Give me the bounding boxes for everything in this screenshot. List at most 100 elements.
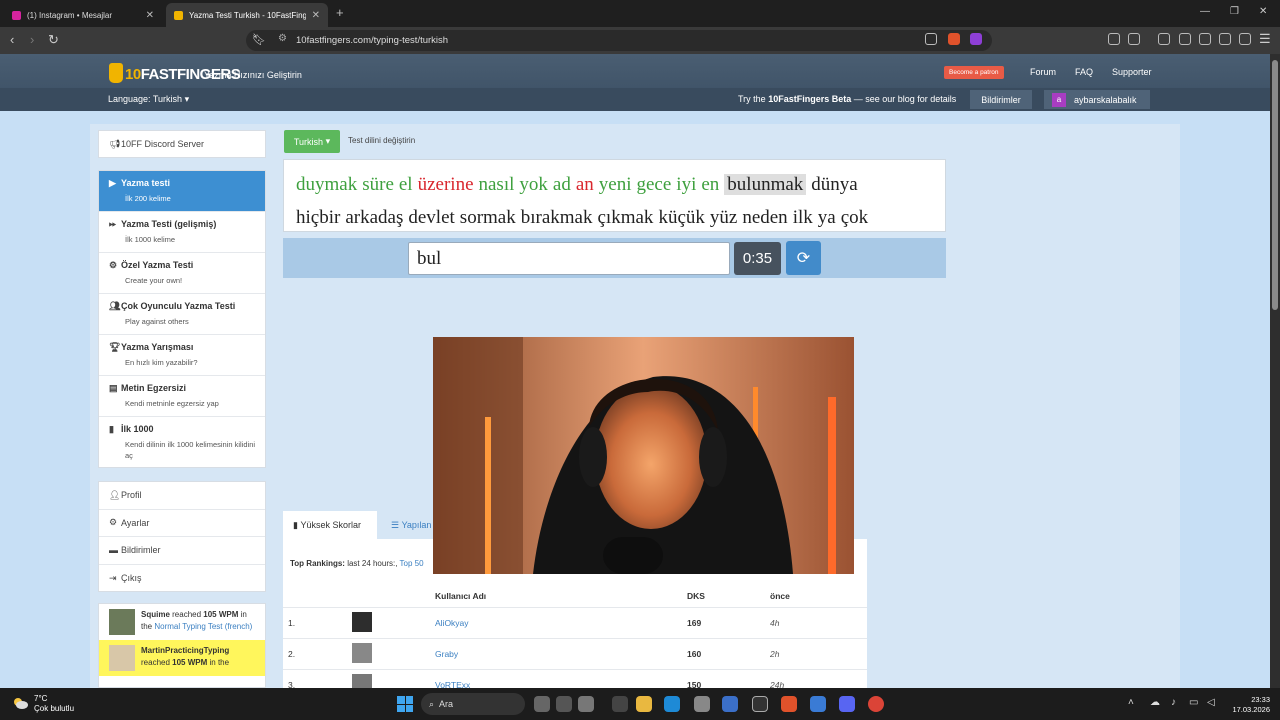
column-ago: önce (770, 591, 790, 601)
notifications-button[interactable]: Bildirimler (970, 90, 1032, 109)
language-dropdown[interactable]: Language: Turkish ▾ (108, 94, 189, 105)
word: çok (840, 207, 869, 228)
user-icon: 👤︎ (109, 489, 121, 500)
chevron-up-icon[interactable]: ˄ (1128, 697, 1134, 708)
sidebar-item-settings[interactable]: ⚙︎ Ayarlar (99, 510, 265, 537)
volume-icon[interactable]: ◁ (1207, 697, 1215, 708)
app-icon[interactable] (694, 696, 710, 712)
feed-user[interactable]: Squime (141, 610, 170, 619)
10ff-favicon-icon (174, 10, 183, 20)
nav-faq[interactable]: FAQ (1075, 67, 1093, 77)
restore-icon[interactable]: ❐ (1230, 6, 1239, 17)
close-tab-icon[interactable]: ✕ (312, 10, 320, 21)
app-icon[interactable] (556, 696, 572, 712)
typing-input[interactable] (408, 242, 730, 275)
nav-supporter[interactable]: Supporter (1112, 67, 1152, 77)
weather-widget[interactable]: 7°C Çok bulutlu (12, 694, 74, 714)
sidebar-item-top-1000[interactable]: ▮ İlk 1000 Kendi dilinin ilk 1000 kelimes… (99, 417, 265, 469)
scrollbar-thumb[interactable] (1272, 60, 1278, 310)
sidebar-item-text-practice[interactable]: ▤ Metin Egzersizi Kendi metninle egzersiz… (99, 376, 265, 417)
clock[interactable]: 23:33 17.03.2026 (1228, 695, 1270, 715)
edge-icon[interactable] (664, 696, 680, 712)
app-icon[interactable] (612, 696, 628, 712)
network-icon[interactable]: ▭ (1189, 697, 1198, 708)
sidebar-item-logout[interactable]: ⇥ Çıkış (99, 565, 265, 593)
music-icon[interactable] (1158, 33, 1170, 45)
sidebar-item-profile[interactable]: 👤︎ Profil (99, 482, 265, 510)
discord-icon[interactable] (839, 696, 855, 712)
forward-icon[interactable]: › (30, 32, 34, 47)
tab-instagram[interactable]: (1) Instagram • Mesajlar ✕ (4, 3, 162, 27)
tab-high-scores[interactable]: ▮ Yüksek Skorlar (283, 511, 377, 539)
logout-icon: ⇥ (109, 572, 117, 583)
top-50-link[interactable]: Top 50 (400, 559, 424, 568)
word: çıkmak (597, 207, 654, 228)
sidebar-item-advanced-test[interactable]: ⏩︎ Yazma Testi (gelişmiş) İlk 1000 kelime (99, 212, 265, 253)
logo-number: 10 (125, 66, 141, 83)
app-icon[interactable] (578, 696, 594, 712)
app-icon[interactable] (722, 696, 738, 712)
app-icon[interactable] (752, 696, 768, 712)
brave-shield-icon[interactable] (948, 33, 960, 45)
vpn-icon[interactable] (1239, 33, 1251, 45)
item-subtitle: İlk 1000 kelime (125, 235, 176, 244)
words-display: duymak süre el üzerine nasıl yok ad an yeni gece i… (283, 159, 946, 232)
feed-test-link[interactable]: Normal Typing Test (154, 622, 222, 631)
screenshot-icon[interactable] (1128, 33, 1140, 45)
date: 17.03.2026 (1232, 705, 1270, 714)
chrome-icon[interactable] (868, 696, 884, 712)
beta-suffix: — see our blog for details (851, 94, 957, 104)
close-tab-icon[interactable]: ✕ (146, 10, 154, 21)
minimize-icon[interactable]: — (1200, 6, 1210, 17)
word: arkadaş (345, 207, 404, 228)
wpm-value: 169 (687, 618, 702, 628)
taskbar-search[interactable]: ⌕ Ara (421, 693, 525, 715)
back-icon[interactable]: ‹ (10, 32, 14, 47)
user-link[interactable]: AliOkyay (435, 618, 469, 628)
beta-prefix: Try the (738, 94, 769, 104)
extensions-icon[interactable] (1108, 33, 1120, 45)
sidebar-item-multiplayer[interactable]: 👥︎Çok Oyunculu Yazma Testi Play against … (99, 294, 265, 335)
discord-link[interactable]: 📢︎ 10FF Discord Server (98, 130, 266, 158)
word: ad (552, 174, 571, 195)
brave-icon[interactable] (781, 696, 797, 712)
user-menu[interactable]: a aybarskalabalık (1044, 90, 1150, 109)
user-link[interactable]: Graby (435, 649, 458, 659)
feed-user[interactable]: MartinPracticingTyping (141, 646, 229, 655)
file-explorer-icon[interactable] (636, 696, 652, 712)
test-language-dropdown[interactable]: Turkish ▾ (284, 130, 340, 153)
cloud-icon[interactable]: ☁ (1150, 697, 1160, 708)
sidebar-item-notifications[interactable]: ▬ Bildirimler (99, 537, 265, 565)
tab-label: Yapılan (401, 520, 432, 530)
leo-ai-icon[interactable] (1219, 33, 1231, 45)
site-info-icon[interactable]: ⚙︎ (278, 33, 287, 44)
sidebar-item-custom-test[interactable]: ⚙︎ Özel Yazma Testi Create your own! (99, 253, 265, 294)
avatar: a (1052, 92, 1066, 107)
nav-forum[interactable]: Forum (1030, 67, 1056, 77)
app-icon[interactable] (810, 696, 826, 712)
app-icon[interactable] (534, 696, 550, 712)
sidebar-icon[interactable] (1179, 33, 1191, 45)
bookmark-icon[interactable]: 🔖︎ (252, 33, 266, 46)
rewards-icon[interactable] (970, 33, 982, 45)
share-icon[interactable] (925, 33, 937, 45)
tab-10fastfingers[interactable]: Yazma Testi Turkish - 10FastFing... ✕ (166, 3, 328, 27)
microphone-icon[interactable]: ♪ (1171, 697, 1176, 708)
new-tab-icon[interactable]: + (336, 5, 344, 20)
item-label: Profil (121, 490, 142, 501)
refresh-icon: ⟳ (796, 250, 811, 267)
close-window-icon[interactable]: ✕ (1259, 6, 1267, 17)
sidebar-item-typing-test[interactable]: ▶ Yazma testi İlk 200 kelime (99, 171, 265, 212)
sidebar-item-competition[interactable]: 🏆︎Yazma Yarışması En hızlı kim yazabilir… (99, 335, 265, 376)
feed-lang[interactable]: (french) (223, 622, 253, 631)
reload-icon[interactable]: ↻ (48, 32, 59, 48)
word: sormak (459, 207, 516, 228)
url-bar[interactable]: 🔖︎ ⚙︎ 10fastfingers.com/typing-test/turk… (246, 30, 992, 51)
menu-icon[interactable]: ☰ (1259, 31, 1271, 47)
words-line: duymak süre el üzerine nasıl yok ad an yeni gece i… (296, 168, 935, 201)
patron-button[interactable]: Become a patron (944, 66, 1004, 79)
item-subtitle: En hızlı kim yazabilir? (125, 358, 198, 367)
start-button[interactable] (397, 696, 413, 712)
restart-button[interactable]: ⟳ (786, 241, 821, 275)
wallet-icon[interactable] (1199, 33, 1211, 45)
